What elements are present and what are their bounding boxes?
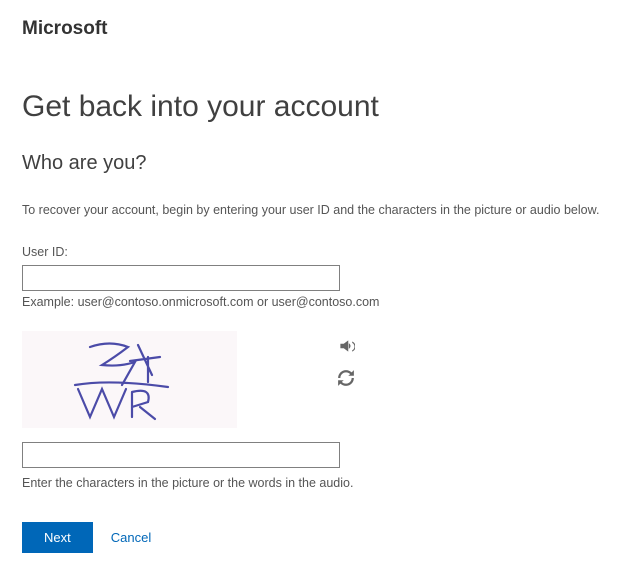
captcha-input[interactable]	[22, 442, 340, 468]
instruction-text: To recover your account, begin by enteri…	[22, 203, 613, 217]
userid-example: Example: user@contoso.onmicrosoft.com or…	[22, 295, 613, 309]
next-button[interactable]: Next	[22, 522, 93, 553]
page-title: Get back into your account	[22, 90, 613, 124]
captcha-image	[22, 331, 237, 428]
audio-icon[interactable]	[337, 337, 355, 355]
userid-input[interactable]	[22, 265, 340, 291]
captcha-hint: Enter the characters in the picture or t…	[22, 476, 613, 490]
refresh-icon[interactable]	[337, 369, 355, 387]
microsoft-logo: Microsoft	[22, 18, 613, 40]
page-subtitle: Who are you?	[22, 152, 613, 175]
cancel-link[interactable]: Cancel	[111, 530, 151, 545]
userid-label: User ID:	[22, 245, 613, 259]
